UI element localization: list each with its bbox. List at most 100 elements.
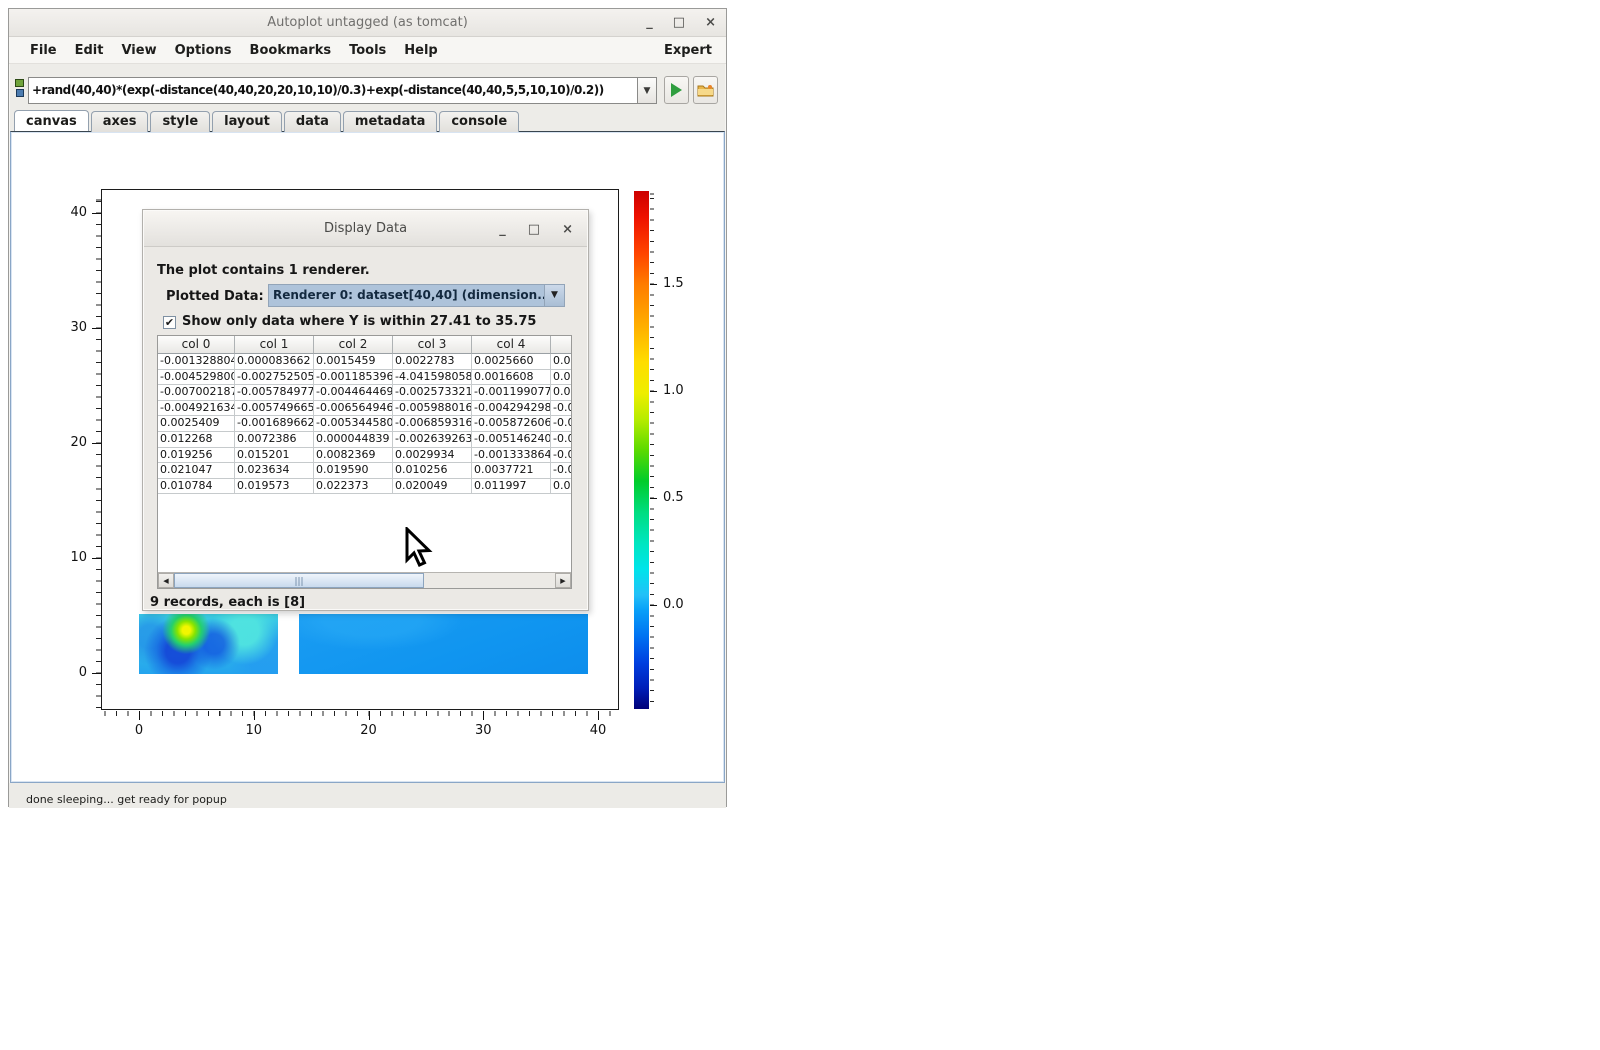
table-row[interactable]: -0.007002187...-0.005784977...-0.0044644… xyxy=(158,385,571,401)
table-cell: 0.0025409 xyxy=(158,416,235,432)
table-row[interactable]: -0.001328804...0.0000836620.00154590.002… xyxy=(158,354,571,370)
table-cell: 0.019590 xyxy=(314,463,393,479)
table-header-cell xyxy=(551,336,572,354)
window-title: Autoplot untagged (as tomcat) xyxy=(9,9,726,36)
table-cell: -0.005988016... xyxy=(393,401,472,417)
menu-bookmarks[interactable]: Bookmarks xyxy=(241,40,341,61)
mouse-cursor-icon xyxy=(404,527,438,569)
table-cell: -0.0 xyxy=(551,416,572,432)
table-cell: -0.005146240... xyxy=(472,432,551,448)
table-cell: -0.007002187... xyxy=(158,385,235,401)
autoplot-window: Autoplot untagged (as tomcat) _ □ × File… xyxy=(8,8,727,807)
table-cell: -0.001199077... xyxy=(472,385,551,401)
table-cell: -0.005344580... xyxy=(314,416,393,432)
table-header-cell: col 2 xyxy=(314,336,393,354)
table-cell: -0.002573321... xyxy=(393,385,472,401)
colorbar-minor-ticks xyxy=(650,191,654,709)
x-major-tick xyxy=(139,711,140,720)
table-cell: 0.0029934 xyxy=(393,448,472,464)
table-row[interactable]: -0.004529800...-0.002752505...-0.0011853… xyxy=(158,370,571,386)
table-row[interactable]: 0.0192560.0152010.00823690.0029934-0.001… xyxy=(158,448,571,464)
table-row[interactable]: 0.0107840.0195730.0223730.0200490.011997… xyxy=(158,479,571,495)
table-cell: 0.0016608 xyxy=(472,370,551,386)
menu-file[interactable]: File xyxy=(21,40,66,61)
y-major-tick xyxy=(92,673,101,674)
x-major-tick xyxy=(369,711,370,720)
scrollbar-grip-icon xyxy=(295,577,302,586)
table-cell: 0.0022783 xyxy=(393,354,472,370)
dialog-close-icon[interactable]: × xyxy=(562,222,573,237)
tab-layout[interactable]: layout xyxy=(212,111,282,132)
table-row[interactable]: 0.0122680.00723860.000044839-0.002639263… xyxy=(158,432,571,448)
play-icon xyxy=(671,83,682,97)
menu-expert[interactable]: Expert xyxy=(662,40,714,61)
uri-input[interactable]: +rand(40,40)*(exp(-distance(40,40,20,20,… xyxy=(28,77,638,104)
tab-metadata[interactable]: metadata xyxy=(343,111,437,132)
table-cell: -0.004294298... xyxy=(472,401,551,417)
renderer-combobox[interactable]: Renderer 0: dataset[40,40] (dimension...… xyxy=(268,284,565,307)
menu-view[interactable]: View xyxy=(112,40,165,61)
table-row[interactable]: 0.0210470.0236340.0195900.0102560.003772… xyxy=(158,463,571,479)
dialog-maximize-icon[interactable]: □ xyxy=(528,222,540,237)
x-axis-minor-ticks xyxy=(102,711,618,716)
filter-checkbox[interactable]: ✔ xyxy=(163,316,176,329)
window-controls: _ □ × xyxy=(646,9,716,37)
scrollbar-track[interactable] xyxy=(174,573,555,588)
table-header-cell: col 4 xyxy=(472,336,551,354)
maximize-icon[interactable]: □ xyxy=(673,16,685,30)
desktop: Autoplot untagged (as tomcat) _ □ × File… xyxy=(0,0,1600,1050)
table-cell: -0.001328804... xyxy=(158,354,235,370)
table-row[interactable]: -0.004921634...-0.005749665...-0.0065649… xyxy=(158,401,571,417)
y-tick-label: 10 xyxy=(57,550,87,565)
tab-console[interactable]: console xyxy=(439,111,519,132)
data-table-scrollpane[interactable]: col 0col 1col 2col 3col 4 -0.001328804..… xyxy=(157,335,572,589)
close-icon[interactable]: × xyxy=(705,16,716,30)
colorbar[interactable] xyxy=(634,191,649,709)
dialog-title-bar[interactable]: Display Data _ □ × xyxy=(144,211,587,247)
y-major-tick xyxy=(92,328,101,329)
chevron-down-icon: ▼ xyxy=(644,86,651,96)
title-bar[interactable]: Autoplot untagged (as tomcat) _ □ × xyxy=(9,9,726,37)
display-data-dialog: Display Data _ □ × The plot contains 1 r… xyxy=(142,209,589,611)
menu-tools[interactable]: Tools xyxy=(340,40,395,61)
table-cell: 0.0025660 xyxy=(472,354,551,370)
menu-help[interactable]: Help xyxy=(395,40,446,61)
table-cell: 0.0015459 xyxy=(314,354,393,370)
table-cell: 0.021047 xyxy=(158,463,235,479)
scroll-right-icon[interactable]: ▶ xyxy=(555,573,571,588)
colorbar-tick-label: 0.5 xyxy=(663,490,684,505)
uri-dropdown-button[interactable]: ▼ xyxy=(638,77,657,104)
minimize-icon[interactable]: _ xyxy=(646,16,653,30)
table-row[interactable]: 0.0025409-0.001689662...-0.005344580...-… xyxy=(158,416,571,432)
tab-canvas[interactable]: canvas xyxy=(14,110,89,131)
x-major-tick xyxy=(483,711,484,720)
dialog-controls: _ □ × xyxy=(499,211,573,247)
menu-options[interactable]: Options xyxy=(166,40,241,61)
table-cell: -0.004464469... xyxy=(314,385,393,401)
table-body: -0.001328804...0.0000836620.00154590.002… xyxy=(158,354,571,494)
table-header-row: col 0col 1col 2col 3col 4 xyxy=(158,336,571,354)
menu-edit[interactable]: Edit xyxy=(66,40,113,61)
scrollbar-thumb[interactable] xyxy=(174,573,424,588)
status-bar: done sleeping... get ready for popup xyxy=(9,783,726,808)
table-cell: 0.019573 xyxy=(235,479,314,495)
dialog-minimize-icon[interactable]: _ xyxy=(499,222,506,237)
inspect-file-button[interactable] xyxy=(693,76,718,104)
x-tick-label: 10 xyxy=(239,723,269,738)
table-cell: 0.010784 xyxy=(158,479,235,495)
table-cell: -0.002639263... xyxy=(393,432,472,448)
table-cell: 0.00 xyxy=(551,354,572,370)
tab-axes[interactable]: axes xyxy=(91,111,149,132)
go-button[interactable] xyxy=(664,76,689,104)
table-cell: 0.010256 xyxy=(393,463,472,479)
scroll-left-icon[interactable]: ◀ xyxy=(158,573,174,588)
table-cell: 0.000044839 xyxy=(314,432,393,448)
table-cell: 0.00 xyxy=(551,370,572,386)
tab-style[interactable]: style xyxy=(150,111,210,132)
table-cell: 0.023634 xyxy=(235,463,314,479)
heatmap-left-segment xyxy=(139,614,278,674)
tab-data[interactable]: data xyxy=(284,111,341,132)
combobox-arrow-icon[interactable]: ▼ xyxy=(544,285,564,306)
horizontal-scrollbar[interactable]: ◀ ▶ xyxy=(158,572,571,588)
table-cell: -0.0 xyxy=(551,463,572,479)
